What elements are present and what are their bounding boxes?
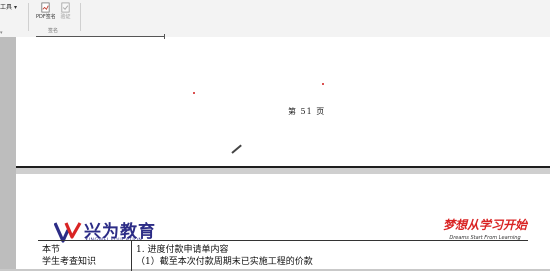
tools-menu[interactable]: 工具 ▾: [0, 4, 17, 11]
red-marker-dot: [322, 83, 324, 85]
page-corner-mark: [164, 34, 165, 39]
verify-label: 验证: [60, 14, 71, 20]
content-table: 本节 学生考查知识 1. 进度付款申请单内容 （1）截至本次付款周期末已实施工程…: [38, 240, 528, 271]
slogan-chinese: 梦想从学习开始: [442, 218, 527, 232]
table-cell-content-line2: （1）截至本次付款周期末已实施工程的价款: [136, 257, 313, 267]
verify-icon: [61, 2, 70, 13]
table-cell-topic-line1: 本节: [42, 245, 61, 255]
ribbon-separator: [80, 3, 81, 31]
signature-group-label: 签名: [48, 28, 59, 34]
verify-button[interactable]: 验证: [60, 2, 71, 20]
page-top-rule: [36, 36, 164, 37]
table-cell-content: 1. 进度付款申请单内容 （1）截至本次付款周期末已实施工程的价款: [136, 244, 313, 268]
ribbon-left-marker: ▾: [0, 30, 3, 36]
left-margin: [0, 37, 16, 269]
table-cell-topic: 本节 学生考查知识: [42, 244, 96, 268]
table-cell-topic-line2: 学生考查知识: [42, 257, 97, 267]
tools-menu-label: 工具: [0, 4, 13, 11]
pdf-sign-button[interactable]: PDF签名: [36, 2, 56, 20]
ribbon-toolbar: 工具 ▾ ▾ PDF签名 验证 签名: [0, 0, 550, 38]
pdf-sign-icon: [41, 2, 50, 13]
page-number: 第 51 页: [288, 107, 326, 116]
table-cell-content-line1: 1. 进度付款申请单内容: [136, 245, 229, 255]
table-column-divider: [131, 241, 132, 271]
document-page: 第 51 页: [16, 34, 550, 168]
chevron-down-icon: ▾: [13, 4, 17, 11]
slogan: 梦想从学习开始 Dreams Start From Learning: [442, 216, 528, 241]
pdf-sign-label: PDF签名: [36, 14, 56, 20]
ribbon-separator: [28, 3, 29, 31]
red-marker-dot: [193, 92, 195, 94]
